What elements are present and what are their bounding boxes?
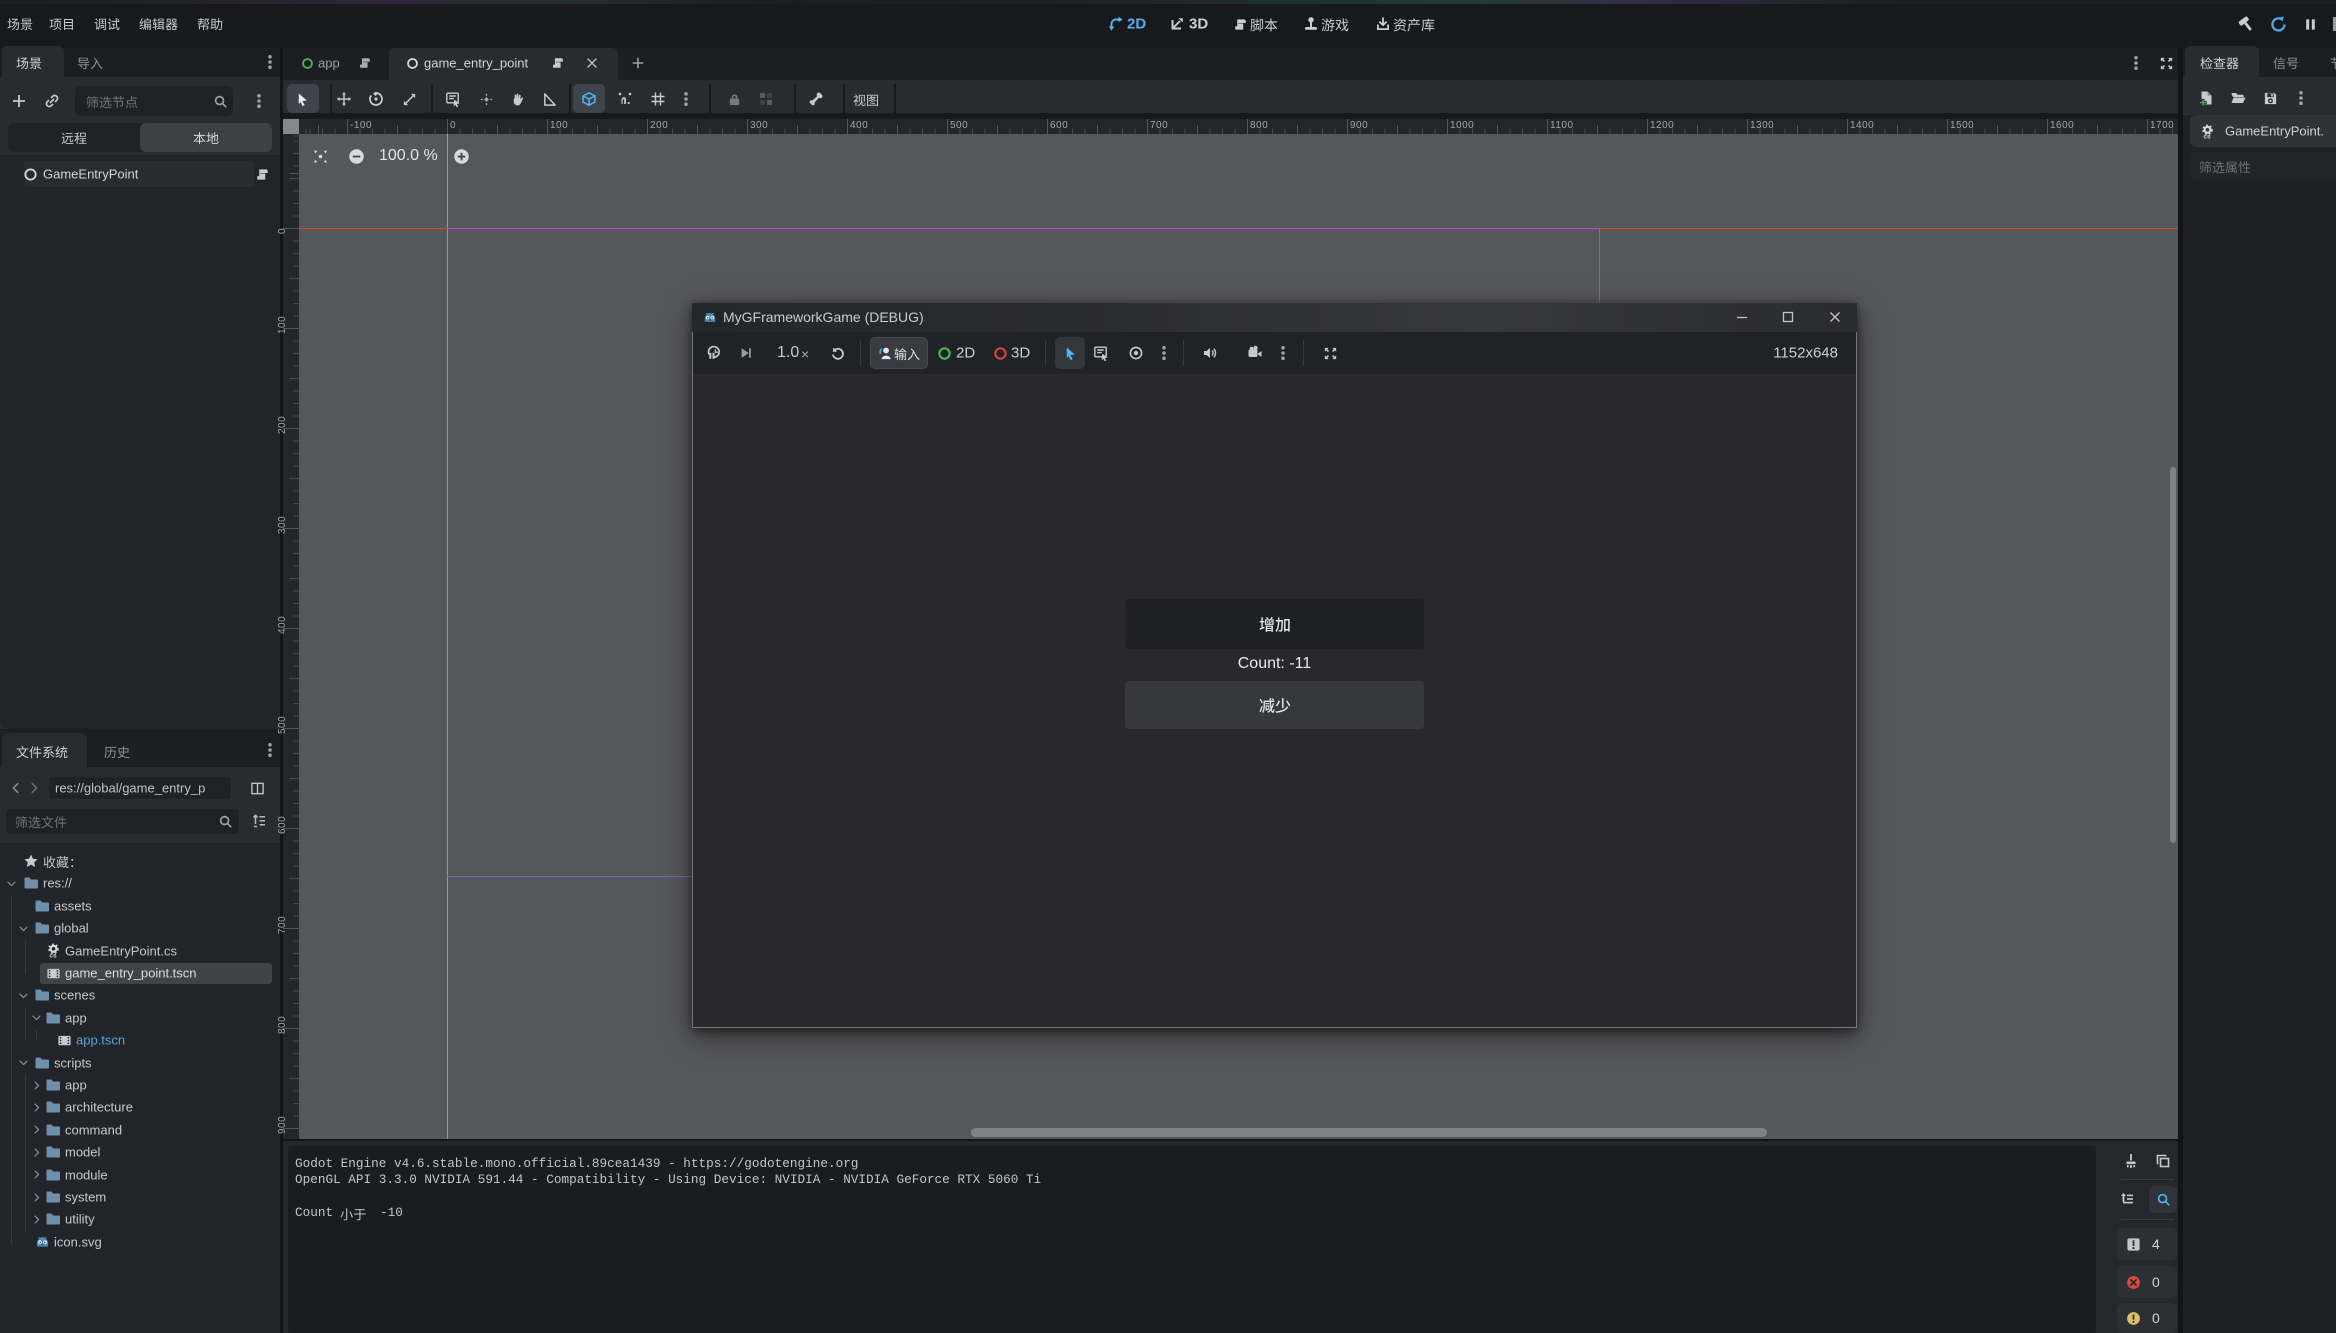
svg-text:cs: cs [2203, 133, 2211, 138]
svg-text:cs: cs [49, 953, 57, 958]
